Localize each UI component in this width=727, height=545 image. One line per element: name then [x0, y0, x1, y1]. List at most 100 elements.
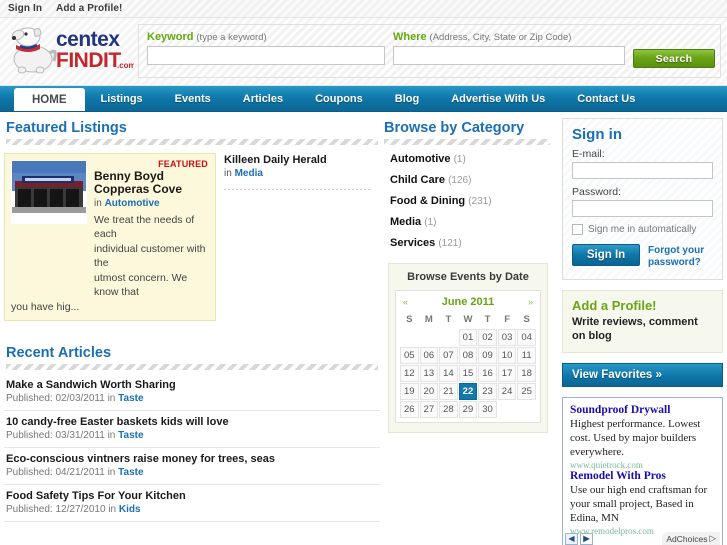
calendar-day[interactable]: 08: [458, 347, 478, 364]
secondary-listing-title[interactable]: Killeen Daily Herald: [224, 154, 372, 166]
calendar-day[interactable]: 09: [478, 347, 497, 364]
nav-item-articles[interactable]: Articles: [227, 86, 299, 111]
calendar-day[interactable]: 11: [517, 347, 536, 364]
ad-title[interactable]: Soundproof Drywall: [570, 404, 715, 416]
calendar-day[interactable]: 29: [458, 401, 478, 418]
category-link-child-care[interactable]: Child Care: [390, 174, 445, 186]
featured-listings-heading: Featured Listings: [6, 120, 127, 136]
calendar-day[interactable]: 20: [419, 383, 439, 400]
nav-item-advertise[interactable]: Advertise With Us: [435, 86, 561, 111]
password-field[interactable]: [572, 200, 713, 217]
calendar-day[interactable]: 23: [478, 383, 497, 400]
calendar-day[interactable]: 21: [439, 383, 458, 400]
featured-card-inner: Benny Boyd Copperas Cove in Automotive W…: [11, 160, 209, 299]
article-title[interactable]: 10 candy-free Easter baskets kids will l…: [6, 416, 378, 428]
calendar-day[interactable]: 16: [478, 365, 497, 382]
where-input[interactable]: [393, 46, 625, 65]
nav-item-events[interactable]: Events: [159, 86, 227, 111]
calendar-day[interactable]: 24: [497, 383, 517, 400]
featured-listing-card[interactable]: FEATURED Benny Boyd Copperas Cove in Aut…: [4, 153, 216, 321]
article-list-item[interactable]: Food Safety Tips For Your Kitchen Publis…: [4, 485, 380, 522]
auto-signin-checkbox[interactable]: [572, 224, 583, 235]
article-category[interactable]: Taste: [118, 467, 143, 478]
calendar-day[interactable]: 10: [497, 347, 517, 364]
calendar-day[interactable]: 05: [400, 347, 419, 364]
article-list-item[interactable]: Eco-conscious vintners raise money for t…: [4, 448, 380, 485]
calendar-month-label: June 2011: [441, 296, 495, 308]
signin-button[interactable]: Sign In: [572, 244, 640, 266]
utility-signin-link[interactable]: Sign In: [8, 3, 42, 14]
category-list-item[interactable]: Services (121): [390, 237, 562, 249]
article-category[interactable]: Taste: [118, 430, 143, 441]
nav-item-blog[interactable]: Blog: [379, 86, 435, 111]
nav-item-listings[interactable]: Listings: [85, 86, 159, 111]
category-link-services[interactable]: Services: [390, 237, 435, 249]
utility-addprofile-link[interactable]: Add a Profile!: [56, 3, 122, 14]
ad-title[interactable]: Remodel With Pros: [570, 470, 715, 482]
featured-listing-title[interactable]: Benny Boyd Copperas Cove: [94, 170, 209, 196]
calendar-day[interactable]: 14: [439, 365, 458, 382]
calendar-day[interactable]: 26: [400, 401, 419, 418]
calendar-day-selected[interactable]: 22: [458, 383, 478, 400]
article-title[interactable]: Make a Sandwich Worth Sharing: [6, 379, 378, 391]
calendar-day[interactable]: 17: [497, 365, 517, 382]
ad-item[interactable]: Soundproof Drywall Highest performance. …: [570, 404, 715, 470]
calendar-day[interactable]: 04: [517, 329, 536, 346]
category-link-automotive[interactable]: Automotive: [390, 153, 451, 165]
ad-prev-icon[interactable]: ◀: [565, 532, 578, 545]
calendar-day[interactable]: 27: [419, 401, 439, 418]
page-root: Sign In Add a Profile! centex FINDIT .co…: [0, 0, 727, 545]
calendar-title: Browse Events by Date: [407, 271, 529, 283]
calendar-day[interactable]: 28: [439, 401, 458, 418]
category-link-food-dining[interactable]: Food & Dining: [390, 195, 465, 207]
calendar-day[interactable]: 18: [517, 365, 536, 382]
calendar-day[interactable]: 15: [458, 365, 478, 382]
article-list-item[interactable]: 10 candy-free Easter baskets kids will l…: [4, 411, 380, 448]
category-list-item[interactable]: Automotive (1): [390, 153, 562, 165]
calendar-day[interactable]: 06: [419, 347, 439, 364]
calendar-day[interactable]: 03: [497, 329, 517, 346]
featured-listing-secondary[interactable]: Killeen Daily Herald in Media: [224, 153, 372, 321]
calendar-day[interactable]: 02: [478, 329, 497, 346]
calendar-prev-icon[interactable]: «: [403, 297, 408, 307]
category-list-item[interactable]: Food & Dining (231): [390, 195, 562, 207]
nav-item-coupons[interactable]: Coupons: [299, 86, 379, 111]
article-published-word: Published:: [6, 467, 53, 478]
nav-item-contact[interactable]: Contact Us: [561, 86, 651, 111]
keyword-input[interactable]: [147, 46, 385, 65]
adchoices-badge[interactable]: AdChoices ▷: [662, 532, 720, 545]
article-category[interactable]: Kids: [119, 504, 141, 515]
forgot-line-1: Forgot your: [648, 245, 705, 256]
category-list-item[interactable]: Child Care (126): [390, 174, 562, 186]
email-field[interactable]: [572, 162, 713, 179]
calendar-day[interactable]: 07: [439, 347, 458, 364]
calendar-week-row: 01 02 03 04: [400, 329, 536, 346]
article-title[interactable]: Eco-conscious vintners raise money for t…: [6, 453, 378, 465]
calendar-dayname: S: [523, 314, 530, 325]
ad-next-icon[interactable]: ▶: [580, 532, 593, 545]
calendar-day[interactable]: 25: [517, 383, 536, 400]
calendar-day[interactable]: 12: [400, 365, 419, 382]
ad-item[interactable]: Remodel With Pros Use our high end craft…: [570, 470, 715, 536]
article-list-item[interactable]: Make a Sandwich Worth Sharing Published:…: [4, 378, 380, 411]
recent-articles-list: Make a Sandwich Worth Sharing Published:…: [4, 378, 380, 522]
calendar-next-icon[interactable]: »: [528, 297, 533, 307]
category-link-media[interactable]: Media: [390, 216, 421, 228]
calendar-day[interactable]: 30: [478, 401, 497, 418]
auto-signin-row[interactable]: Sign me in automatically: [572, 224, 713, 235]
category-list-item[interactable]: Media (1): [390, 216, 562, 228]
calendar-day[interactable]: 13: [419, 365, 439, 382]
featured-listing-category[interactable]: Automotive: [105, 198, 160, 209]
view-favorites-button[interactable]: View Favorites »: [562, 363, 723, 387]
article-title[interactable]: Food Safety Tips For Your Kitchen: [6, 490, 378, 502]
search-button[interactable]: Search: [633, 49, 715, 68]
keyword-hint: (type a keyword): [196, 32, 267, 43]
article-category[interactable]: Taste: [118, 393, 143, 404]
nav-item-home[interactable]: HOME: [14, 88, 85, 111]
add-profile-panel[interactable]: Add a Profile! Write reviews, comment on…: [562, 290, 723, 353]
calendar-day[interactable]: 19: [400, 383, 419, 400]
calendar-day[interactable]: 01: [458, 329, 478, 346]
forgot-password-link[interactable]: Forgot your password?: [648, 244, 704, 269]
site-logo[interactable]: centex FINDIT .com: [6, 23, 134, 81]
secondary-listing-category[interactable]: Media: [235, 168, 263, 179]
